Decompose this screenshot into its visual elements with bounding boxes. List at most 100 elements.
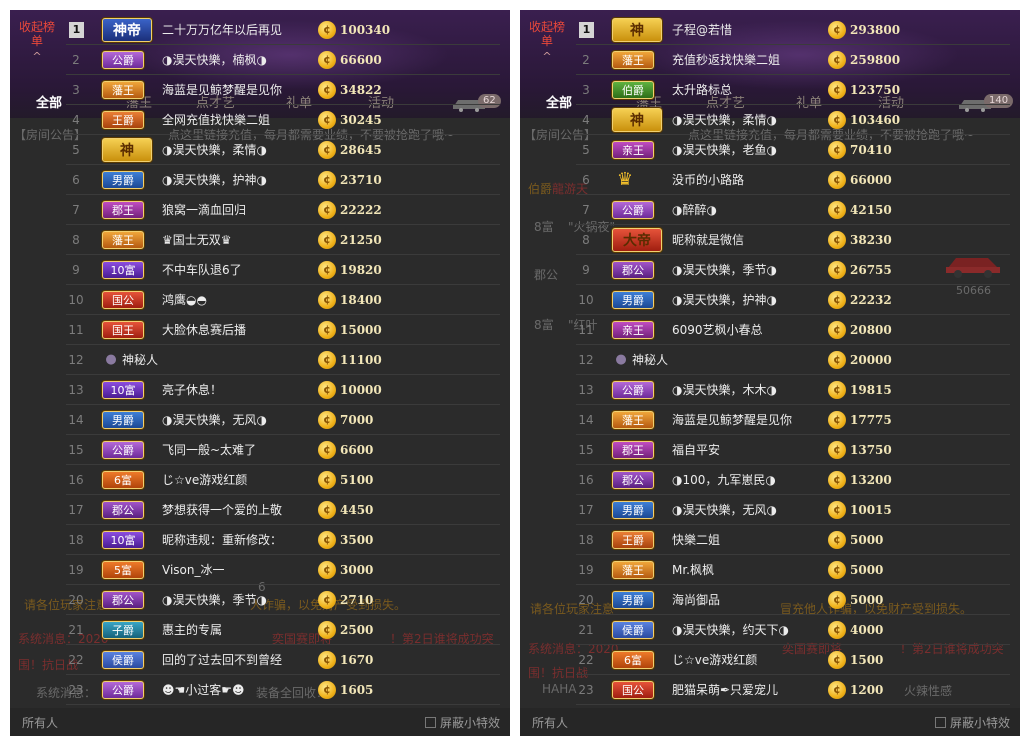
user-name[interactable]: 海蓝是见鲸梦醒是见你	[162, 75, 282, 105]
user-name[interactable]: 二十万万亿年以后再见	[162, 15, 282, 45]
user-name[interactable]: ◑淏天快樂，柔情◑	[162, 135, 267, 165]
ranking-row[interactable]: 22 侯爵 回的了过去回不到曾经 ¢ 1670	[66, 645, 500, 675]
ranking-row[interactable]: 17 郡公 梦想获得一个爱的上敬 ¢ 4450	[66, 495, 500, 525]
user-name[interactable]: 6090艺枫小春总	[672, 315, 763, 345]
ranking-row[interactable]: 10 国公 鸿鹰◒◓ ¢ 18400	[66, 285, 500, 315]
hide-effects-toggle[interactable]: 屏蔽小特效	[424, 714, 500, 731]
tab-all[interactable]: 全部	[546, 90, 572, 118]
ranking-row[interactable]: 15 郡王 福自平安 ¢ 13750	[576, 435, 1010, 465]
user-name[interactable]: 不中车队退6了	[162, 255, 242, 285]
ranking-row[interactable]: 21 侯爵 ◑淏天快樂，约天下◑ ¢ 4000	[576, 615, 1010, 645]
ranking-row[interactable]: 12 ● 神秘人 ¢ 11100	[66, 345, 500, 375]
user-name[interactable]: ◑淏天快樂，楠枫◑	[162, 45, 267, 75]
user-name[interactable]: 子程@若惜	[672, 15, 732, 45]
ranking-row[interactable]: 11 亲王 6090艺枫小春总 ¢ 20800	[576, 315, 1010, 345]
user-name[interactable]: ◑淏天快樂，木木◑	[672, 375, 777, 405]
ranking-row[interactable]: 8 大帝 昵称就是微信 ¢ 38230	[576, 225, 1010, 255]
user-name[interactable]: ◑淏天快樂，约天下◑	[672, 615, 789, 645]
user-name[interactable]: ◑淏天快樂，无风◑	[672, 495, 777, 525]
user-name[interactable]: 肥猫呆萌✒只爱宠儿	[672, 675, 778, 705]
collapse-ranking-button[interactable]: 收起榜单 ^	[18, 20, 56, 66]
user-name[interactable]: 太升路标总	[672, 75, 732, 105]
user-name[interactable]: ♛国士无双♛	[162, 225, 232, 255]
ranking-row[interactable]: 22 6富 じ☆ve游戏红颜 ¢ 1500	[576, 645, 1010, 675]
ranking-row[interactable]: 9 10富 不中车队退6了 ¢ 19820	[66, 255, 500, 285]
checkbox-icon[interactable]	[424, 717, 436, 728]
user-name[interactable]: ◑淏天快樂，季节◑	[672, 255, 777, 285]
user-name[interactable]: 福自平安	[672, 435, 720, 465]
user-name[interactable]: 狼窝一滴血回归	[162, 195, 246, 225]
user-name[interactable]: 大脸休息赛后播	[162, 315, 246, 345]
ranking-row[interactable]: 14 藩王 海蓝是见鲸梦醒是见你 ¢ 17775	[576, 405, 1010, 435]
ranking-row[interactable]: 7 郡王 狼窝一滴血回归 ¢ 22222	[66, 195, 500, 225]
user-name[interactable]: Vison_冰一	[162, 555, 224, 585]
ranking-row[interactable]: 18 10富 昵称违规：重新修改： ¢ 3500	[66, 525, 500, 555]
ranking-row[interactable]: 3 伯爵 太升路标总 ¢ 123750	[576, 75, 1010, 105]
ranking-row[interactable]: 8 藩王 ♛国士无双♛ ¢ 21250	[66, 225, 500, 255]
user-name[interactable]: 全网充值找快樂二姐	[162, 105, 270, 135]
ranking-row[interactable]: 5 神 ◑淏天快樂，柔情◑ ¢ 28645	[66, 135, 500, 165]
ranking-row[interactable]: 3 藩王 海蓝是见鲸梦醒是见你 ¢ 34822	[66, 75, 500, 105]
ranking-row[interactable]: 9 郡公 ◑淏天快樂，季节◑ ¢ 26755	[576, 255, 1010, 285]
ranking-row[interactable]: 12 ● 神秘人 ¢ 20000	[576, 345, 1010, 375]
ranking-row[interactable]: 13 公爵 ◑淏天快樂，木木◑ ¢ 19815	[576, 375, 1010, 405]
user-name[interactable]: 亮子休息！	[162, 375, 222, 405]
user-name[interactable]: 神秘人	[632, 345, 668, 375]
user-name[interactable]: 没币的小路路	[672, 165, 744, 195]
hide-effects-toggle[interactable]: 屏蔽小特效	[934, 714, 1010, 731]
user-name[interactable]: ◑醉醉◑	[672, 195, 717, 225]
checkbox-icon[interactable]	[934, 717, 946, 728]
ranking-row[interactable]: 2 公爵 ◑淏天快樂，楠枫◑ ¢ 66600	[66, 45, 500, 75]
user-name[interactable]: じ☆ve游戏红颜	[162, 465, 247, 495]
ranking-row[interactable]: 4 神 ◑淏天快樂，柔情◑ ¢ 103460	[576, 105, 1010, 135]
ranking-row[interactable]: 7 公爵 ◑醉醉◑ ¢ 42150	[576, 195, 1010, 225]
ranking-row[interactable]: 21 子爵 惠主的专属 ¢ 2500	[66, 615, 500, 645]
ranking-row[interactable]: 4 王爵 全网充值找快樂二姐 ¢ 30245	[66, 105, 500, 135]
ranking-row[interactable]: 1 神子程@若惜 ¢ 293800	[576, 15, 1010, 45]
user-name[interactable]: ◑淏天快樂，季节◑	[162, 585, 267, 615]
ranking-row[interactable]: 20 男爵 海尚御品 ¢ 5000	[576, 585, 1010, 615]
ranking-row[interactable]: 19 5富 Vison_冰一 ¢ 3000	[66, 555, 500, 585]
collapse-ranking-button[interactable]: 收起榜单 ^	[528, 20, 566, 66]
ranking-row[interactable]: 5 亲王 ◑淏天快樂，老鱼◑ ¢ 70410	[576, 135, 1010, 165]
user-name[interactable]: 快樂二姐	[672, 525, 720, 555]
ranking-row[interactable]: 6 ♛ 没币的小路路 ¢ 66000	[576, 165, 1010, 195]
recipient-select[interactable]: 所有人	[22, 714, 58, 731]
ranking-row[interactable]: 6 男爵 ◑淏天快樂，护神◑ ¢ 23710	[66, 165, 500, 195]
user-name[interactable]: Mr.枫枫	[672, 555, 714, 585]
user-name[interactable]: 飞同一般~太难了	[162, 435, 256, 465]
user-name[interactable]: 梦想获得一个爱的上敬	[162, 495, 282, 525]
ranking-row[interactable]: 23 公爵 ☻☚小过客☛☻ ¢ 1605	[66, 675, 500, 705]
user-name[interactable]: ◑淏天快樂，无风◑	[162, 405, 267, 435]
user-name[interactable]: ◑淏天快樂，护神◑	[672, 285, 777, 315]
user-name[interactable]: 神秘人	[122, 345, 158, 375]
ranking-row[interactable]: 19 藩王 Mr.枫枫 ¢ 5000	[576, 555, 1010, 585]
user-name[interactable]: ◑淏天快樂，老鱼◑	[672, 135, 777, 165]
user-name[interactable]: ☻☚小过客☛☻	[162, 675, 245, 705]
user-name[interactable]: 充值秒返找快樂二姐	[672, 45, 780, 75]
user-name[interactable]: ◑100，九军崽民◑	[672, 465, 776, 495]
user-name[interactable]: 惠主的专属	[162, 615, 222, 645]
ranking-row[interactable]: 17 男爵 ◑淏天快樂，无风◑ ¢ 10015	[576, 495, 1010, 525]
ranking-row[interactable]: 2 藩王 充值秒返找快樂二姐 ¢ 259800	[576, 45, 1010, 75]
ranking-row[interactable]: 20 郡公 ◑淏天快樂，季节◑ ¢ 2710	[66, 585, 500, 615]
ranking-row[interactable]: 10 男爵 ◑淏天快樂，护神◑ ¢ 22232	[576, 285, 1010, 315]
user-name[interactable]: 昵称就是微信	[672, 225, 744, 255]
user-name[interactable]: 海尚御品	[672, 585, 720, 615]
ranking-row[interactable]: 14 男爵 ◑淏天快樂，无风◑ ¢ 7000	[66, 405, 500, 435]
ranking-row[interactable]: 15 公爵 飞同一般~太难了 ¢ 6600	[66, 435, 500, 465]
tab-all[interactable]: 全部	[36, 90, 62, 118]
user-name[interactable]: 海蓝是见鲸梦醒是见你	[672, 405, 792, 435]
ranking-row[interactable]: 13 10富 亮子休息！ ¢ 10000	[66, 375, 500, 405]
user-name[interactable]: 昵称违规：重新修改：	[162, 525, 282, 555]
ranking-row[interactable]: 16 6富 じ☆ve游戏红颜 ¢ 5100	[66, 465, 500, 495]
ranking-row[interactable]: 23 国公 肥猫呆萌✒只爱宠儿 ¢ 1200	[576, 675, 1010, 705]
ranking-row[interactable]: 1 神帝 二十万万亿年以后再见 ¢ 100340	[66, 15, 500, 45]
user-name[interactable]: ◑淏天快樂，护神◑	[162, 165, 267, 195]
user-name[interactable]: じ☆ve游戏红颜	[672, 645, 757, 675]
recipient-select[interactable]: 所有人	[532, 714, 568, 731]
ranking-row[interactable]: 16 郡公 ◑100，九军崽民◑ ¢ 13200	[576, 465, 1010, 495]
user-name[interactable]: 鸿鹰◒◓	[162, 285, 207, 315]
user-name[interactable]: ◑淏天快樂，柔情◑	[672, 105, 777, 135]
user-name[interactable]: 回的了过去回不到曾经	[162, 645, 282, 675]
